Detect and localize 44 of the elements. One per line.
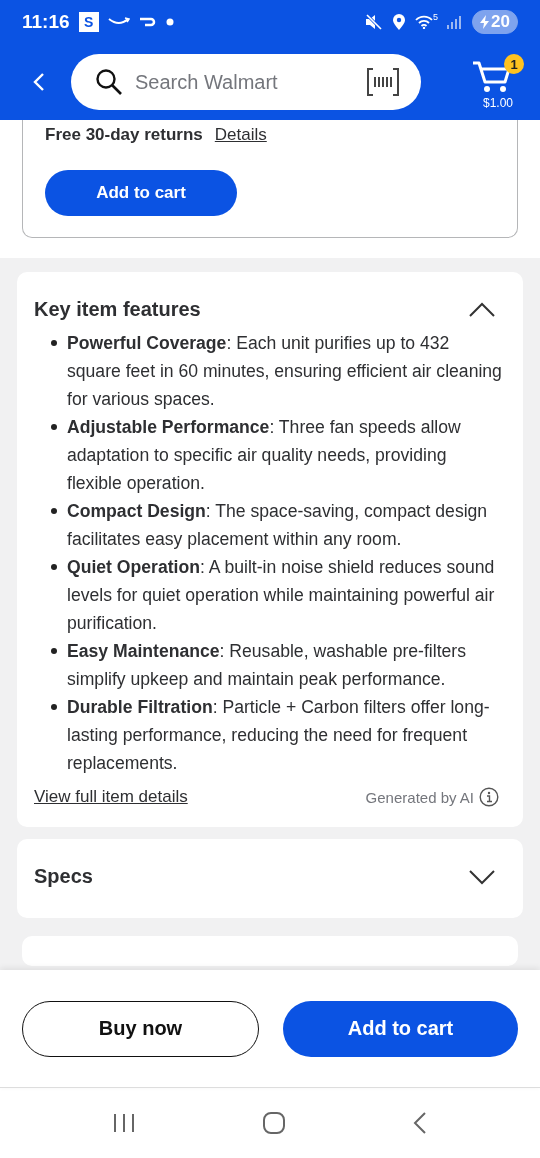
home-icon[interactable] bbox=[262, 1111, 286, 1135]
add-to-cart-button[interactable]: Add to cart bbox=[45, 170, 237, 216]
add-to-cart-button[interactable]: Add to cart bbox=[283, 1000, 518, 1057]
wifi-label: 5 bbox=[433, 12, 439, 22]
search-field[interactable]: Search Walmart bbox=[133, 69, 357, 95]
clock-time: 11:16 bbox=[22, 11, 70, 33]
dot-icon bbox=[165, 18, 174, 26]
bullet-icon bbox=[51, 508, 57, 514]
signal-icon bbox=[447, 15, 464, 29]
full-details-link[interactable]: View full item details bbox=[34, 787, 188, 807]
battery-indicator: 20 bbox=[472, 10, 518, 34]
bullet-icon bbox=[51, 424, 57, 430]
cart-icon bbox=[472, 60, 512, 94]
bullet-icon bbox=[51, 648, 57, 654]
bullet-icon bbox=[51, 704, 57, 710]
feature-text: Durable Filtration: Particle + Carbon filters offer long-lasting performance, reducing the need for frequent replacements. bbox=[67, 696, 491, 775]
cart-button[interactable]: 1 $1.00 bbox=[472, 54, 524, 110]
info-icon[interactable] bbox=[479, 787, 499, 807]
search-bar[interactable]: Search Walmart bbox=[71, 54, 421, 110]
feature-text: Compact Design: The space-saving, compact design facilitates easy placement within any room. bbox=[67, 500, 489, 551]
feature-text: Powerful Coverage: Each unit purifies up to 432 square feet in 60 minutes, ensuring efficient air cleaning for various spaces. bbox=[67, 332, 503, 411]
barcode-icon[interactable] bbox=[367, 68, 399, 96]
cart-count-badge: 1 bbox=[504, 54, 524, 74]
returns-text: Free 30-day returns bbox=[45, 125, 203, 145]
back-icon[interactable] bbox=[32, 71, 46, 93]
bullet-icon bbox=[51, 564, 57, 570]
bolt-icon bbox=[480, 15, 490, 29]
back-icon[interactable] bbox=[412, 1111, 427, 1135]
section-header[interactable]: Key item features bbox=[34, 298, 506, 321]
bullet-icon bbox=[51, 340, 57, 346]
ai-note: Generated by AI bbox=[365, 788, 474, 806]
wifi-icon bbox=[415, 15, 434, 29]
details-link[interactable]: Details bbox=[214, 125, 267, 145]
mute-icon bbox=[365, 14, 384, 30]
location-pin-icon bbox=[392, 13, 407, 31]
feature-text: Adjustable Performance: Three fan speeds allow adaptation to specific air quality needs, providing flexible operation. bbox=[67, 416, 462, 495]
buy-now-button[interactable]: Buy now bbox=[22, 1000, 259, 1057]
recent-apps-icon[interactable] bbox=[113, 1113, 136, 1133]
hook-icon bbox=[138, 16, 157, 28]
section-header[interactable]: Specs bbox=[34, 865, 506, 888]
feature-text: Quiet Operation: A built-in noise shield reduces sound levels for quiet operation while maintaining powerful air purification. bbox=[67, 556, 496, 635]
app-notification-icon: S bbox=[78, 12, 99, 32]
feature-text: Easy Maintenance: Reusable, washable pre-filters simplify upkeep and maintain peak performance. bbox=[67, 640, 467, 691]
search-icon bbox=[95, 68, 123, 96]
